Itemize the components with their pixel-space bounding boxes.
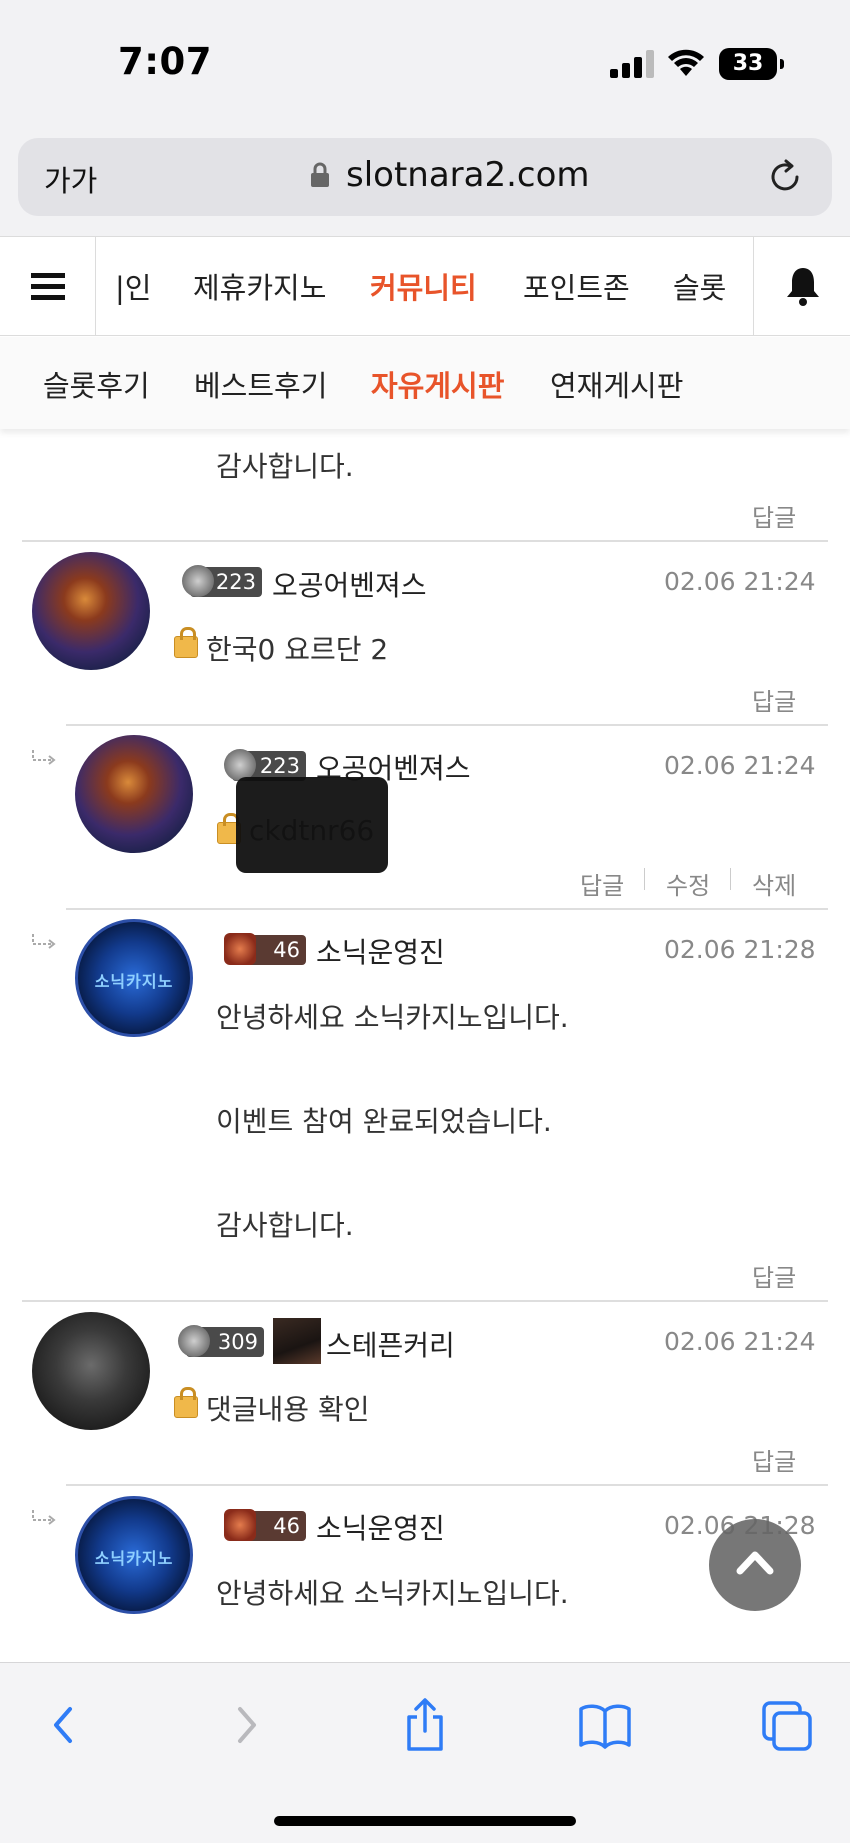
status-bar: 7:07 33 [0, 0, 850, 128]
comment-text: 댓글내용 확인 [206, 1393, 370, 1426]
divider [66, 724, 828, 726]
comment-text-line: 안녕하세요 소닉카지노입니다. [216, 1577, 569, 1610]
comment-date: 02.06 21:24 [664, 567, 816, 596]
chevron-up-icon [736, 1551, 774, 1575]
reply-arrow-icon [32, 750, 56, 765]
subnav-slot-reviews[interactable]: 슬롯후기 [43, 363, 150, 405]
reply-button[interactable]: 답글 [580, 866, 624, 901]
nav-item-point-zone[interactable]: 포인트존 [523, 265, 630, 307]
url-text[interactable]: slotnara2.com [346, 155, 590, 195]
avatar [32, 552, 150, 670]
secret-lock-icon [174, 627, 198, 658]
comment-list: 감사합니다. 답글 223 오공어벤져스 02.06 21:24 한국0 요르단… [0, 429, 850, 1662]
subnav-free-board[interactable]: 자유게시판 [371, 363, 504, 405]
level-badge: 46 [224, 933, 306, 965]
avatar [75, 735, 193, 853]
comment-author[interactable]: 소닉운영진 [316, 931, 445, 971]
tabs-icon[interactable] [756, 1697, 816, 1753]
reload-icon[interactable] [766, 158, 804, 196]
bookmarks-icon[interactable] [575, 1697, 635, 1753]
comment-author[interactable]: 스테픈커리 [326, 1324, 455, 1364]
divider [22, 540, 828, 542]
nav-item-slot[interactable]: 슬롯 [673, 265, 726, 307]
back-icon[interactable] [34, 1697, 94, 1753]
avatar [32, 1312, 150, 1430]
text-size-button[interactable]: 가가 [44, 158, 97, 200]
comment-text-line: 감사합니다. [216, 1209, 354, 1242]
site-main-nav: |인 제휴카지노 커뮤니티 포인트존 슬롯 [0, 236, 850, 336]
battery-icon: 33 [719, 48, 784, 80]
level-medal-icon [224, 933, 256, 965]
level-medal-icon [178, 1325, 210, 1357]
level-medal-icon [182, 565, 214, 597]
status-time: 7:07 [118, 40, 213, 83]
nav-item-partial[interactable]: |인 [115, 265, 151, 307]
level-medal-icon [224, 1509, 256, 1541]
share-icon[interactable] [395, 1697, 455, 1753]
secret-lock-icon [174, 1387, 198, 1418]
address-bar[interactable]: 가가 slotnara2.com [18, 138, 832, 216]
scroll-to-top-button[interactable] [709, 1519, 801, 1611]
comment-author[interactable]: 오공어벤져스 [272, 564, 427, 604]
reply-button[interactable]: 답글 [752, 498, 796, 533]
redaction-mark [236, 777, 388, 873]
home-indicator [274, 1816, 576, 1826]
comment-author[interactable]: 소닉운영진 [316, 1507, 445, 1547]
reply-arrow-icon [32, 1510, 56, 1525]
edit-button[interactable]: 수정 [666, 866, 710, 901]
comment-date: 02.06 21:24 [664, 1327, 816, 1356]
reply-button[interactable]: 답글 [752, 1442, 796, 1477]
comment-text-line: 안녕하세요 소닉카지노입니다. [216, 1001, 569, 1034]
browser-address-area: 가가 slotnara2.com [0, 128, 850, 236]
subnav-best-reviews[interactable]: 베스트후기 [194, 363, 327, 405]
reply-button[interactable]: 답글 [752, 1258, 796, 1293]
comment-text: 한국0 요르단 2 [206, 633, 389, 666]
level-badge: 309 [178, 1325, 264, 1357]
divider [66, 908, 828, 910]
comment-date: 02.06 21:24 [664, 751, 816, 780]
reply-button[interactable]: 답글 [752, 682, 796, 717]
board-sub-nav: 슬롯후기 베스트후기 자유게시판 연재게시판 [0, 337, 850, 429]
cellular-signal-icon [610, 50, 654, 78]
comment-date: 02.06 21:28 [664, 935, 816, 964]
lock-icon [311, 162, 329, 187]
subnav-serial-board[interactable]: 연재게시판 [550, 363, 683, 405]
nav-item-community[interactable]: 커뮤니티 [370, 265, 477, 307]
divider [66, 1484, 828, 1486]
hamburger-menu-button[interactable] [0, 237, 96, 335]
avatar: 소닉카지노 [75, 1496, 193, 1614]
wifi-icon [668, 49, 704, 76]
user-icon-image [273, 1318, 321, 1364]
avatar: 소닉카지노 [75, 919, 193, 1037]
delete-button[interactable]: 삭제 [752, 866, 796, 901]
divider [22, 1300, 828, 1302]
forward-icon[interactable] [216, 1697, 276, 1753]
nav-scroll[interactable]: |인 제휴카지노 커뮤니티 포인트존 슬롯 [97, 237, 753, 335]
level-badge: 46 [224, 1509, 306, 1541]
nav-item-partner-casino[interactable]: 제휴카지노 [193, 265, 326, 307]
reply-arrow-icon [32, 934, 56, 949]
comment-text-line: 이벤트 참여 완료되었습니다. [216, 1105, 552, 1138]
notification-button[interactable] [753, 237, 850, 335]
comment-text: 감사합니다. [216, 450, 354, 483]
level-badge: 223 [182, 565, 262, 597]
bell-icon [787, 268, 819, 306]
